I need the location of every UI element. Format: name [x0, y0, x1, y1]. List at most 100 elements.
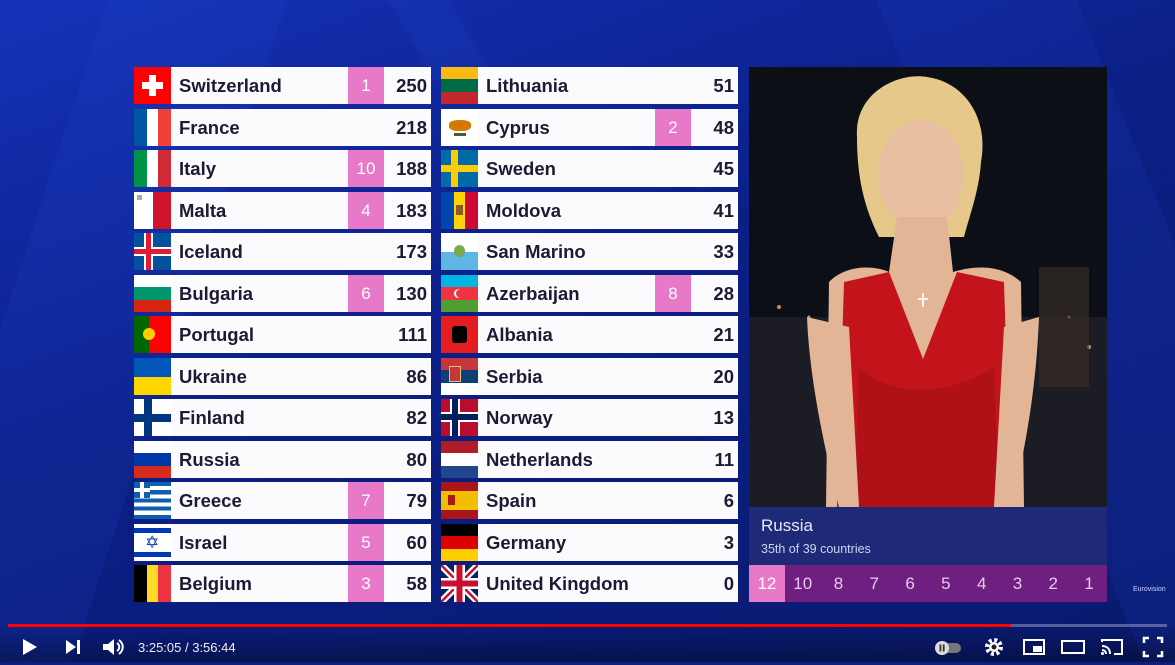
country-name: United Kingdom	[486, 573, 629, 594]
country-name: San Marino	[486, 241, 586, 262]
spokesperson-image	[749, 67, 1107, 507]
fullscreen-icon	[1142, 636, 1164, 658]
flag-cyprus-icon	[441, 108, 478, 146]
total-score: 51	[713, 75, 734, 96]
cast-button[interactable]	[1099, 634, 1125, 660]
miniplayer-button[interactable]	[1021, 634, 1047, 660]
progress-fill	[8, 624, 1011, 627]
settings-button[interactable]	[982, 634, 1006, 660]
flag-spain-icon	[441, 482, 478, 519]
country-name: Bulgaria	[179, 282, 254, 304]
scoreboard-row: Finland 82	[134, 399, 431, 436]
country-name: Moldova	[486, 199, 562, 221]
scoreboard-row: Germany 3	[441, 523, 738, 561]
flag-azerbaijan-icon	[441, 274, 478, 312]
time-display: 3:25:05 / 3:56:44	[138, 640, 236, 655]
flag-belgium-icon	[134, 565, 171, 602]
country-name: France	[179, 116, 240, 138]
total-score: 130	[396, 282, 427, 304]
scoreboard-row: Azerbaijan 8 28	[441, 274, 738, 312]
spokesperson-info: Russia 35th of 39 countries	[749, 507, 1107, 565]
country-name: Sweden	[486, 158, 556, 179]
flag-russia-icon	[134, 440, 171, 478]
total-score: 28	[713, 282, 734, 304]
points-value-8: 8	[833, 574, 844, 593]
volume-button[interactable]	[100, 634, 126, 660]
total-score: 60	[406, 531, 427, 553]
awarded-points-badge: 2	[655, 108, 691, 146]
total-score: 173	[396, 241, 427, 262]
total-score: 33	[713, 241, 734, 262]
flag-serbia-icon	[441, 357, 478, 395]
total-score: 111	[398, 324, 427, 345]
country-name: Belgium	[179, 573, 252, 594]
flag-bulgaria-icon	[134, 274, 171, 312]
total-score: 188	[396, 158, 427, 179]
points-value-5: 5	[941, 574, 951, 593]
country-name: Serbia	[486, 365, 543, 387]
scoreboard-row: United Kingdom 0	[441, 565, 738, 602]
total-score: 58	[406, 573, 427, 594]
total-score: 82	[406, 407, 427, 428]
play-icon	[23, 639, 37, 655]
awarded-points-badge: 4	[348, 191, 384, 229]
flag-moldova-icon	[441, 191, 478, 229]
awarded-points-badge: 6	[348, 274, 384, 312]
country-name: Ukraine	[179, 365, 247, 387]
fullscreen-button[interactable]	[1141, 634, 1165, 660]
flag-albania-icon	[441, 316, 478, 353]
country-name: Iceland	[179, 241, 243, 262]
awarded-points-badge: 8	[655, 274, 691, 312]
theater-mode-button[interactable]	[1060, 634, 1086, 660]
flag-france-icon	[134, 108, 171, 146]
autoplay-toggle[interactable]	[933, 634, 963, 660]
points-value-10: 10	[793, 574, 813, 593]
total-score: 41	[713, 199, 734, 221]
awarded-points-badge: 3	[348, 565, 384, 602]
theater-mode-icon	[1061, 640, 1085, 654]
awarded-points-badge: 10	[348, 150, 384, 187]
awarded-points-badge: 7	[348, 482, 384, 519]
awarded-points-badge: 1	[348, 67, 384, 104]
scoreboard-row: Cyprus 2 48	[441, 108, 738, 146]
flag-germany-icon	[441, 523, 478, 561]
play-button[interactable]	[20, 634, 40, 660]
cast-icon	[1101, 639, 1123, 655]
country-name: Spain	[486, 490, 537, 511]
country-name: Israel	[179, 531, 228, 553]
country-name: Lithuania	[486, 75, 569, 96]
total-score: 79	[406, 490, 427, 511]
flag-ukraine-icon	[134, 357, 171, 395]
flag-switzerland-icon	[134, 67, 171, 104]
flag-italy-icon	[134, 150, 171, 187]
flag-greece-icon	[134, 482, 171, 519]
country-name: Cyprus	[486, 116, 550, 138]
flag-san-marino-icon	[441, 233, 478, 270]
awarded-points-badge: 5	[348, 523, 384, 561]
total-score: 11	[714, 448, 734, 470]
flag-finland-icon	[134, 399, 171, 436]
flag-norway-icon	[441, 399, 478, 436]
scoreboard-row: Portugal 111	[134, 316, 431, 353]
points-value-6: 6	[905, 574, 915, 593]
total-score: 20	[713, 365, 734, 387]
next-button[interactable]	[62, 634, 84, 660]
scoreboard-row: Bulgaria 6 130	[134, 274, 431, 312]
total-score: 250	[396, 75, 427, 96]
country-name: Azerbaijan	[486, 282, 580, 304]
scoreboard-row: Moldova 41	[441, 191, 738, 229]
country-name: Malta	[179, 199, 227, 221]
progress-bar[interactable]	[8, 624, 1167, 627]
scoreboard-row: Serbia 20	[441, 357, 738, 395]
scoreboard-row: Italy 10 188	[134, 150, 431, 187]
country-name: Greece	[179, 490, 242, 511]
flag-malta-icon	[134, 191, 171, 229]
scoreboard-row: Malta 4 183	[134, 191, 431, 229]
voting-order-text: 35th of 39 countries	[761, 542, 871, 556]
gear-icon	[985, 638, 1003, 656]
scoreboard-row: Switzerland 1 250	[134, 67, 431, 104]
total-score: 80	[406, 448, 427, 470]
total-score: 218	[396, 116, 427, 138]
total-score: 13	[713, 407, 734, 428]
scoreboard-row: Belgium 3 58	[134, 565, 431, 602]
